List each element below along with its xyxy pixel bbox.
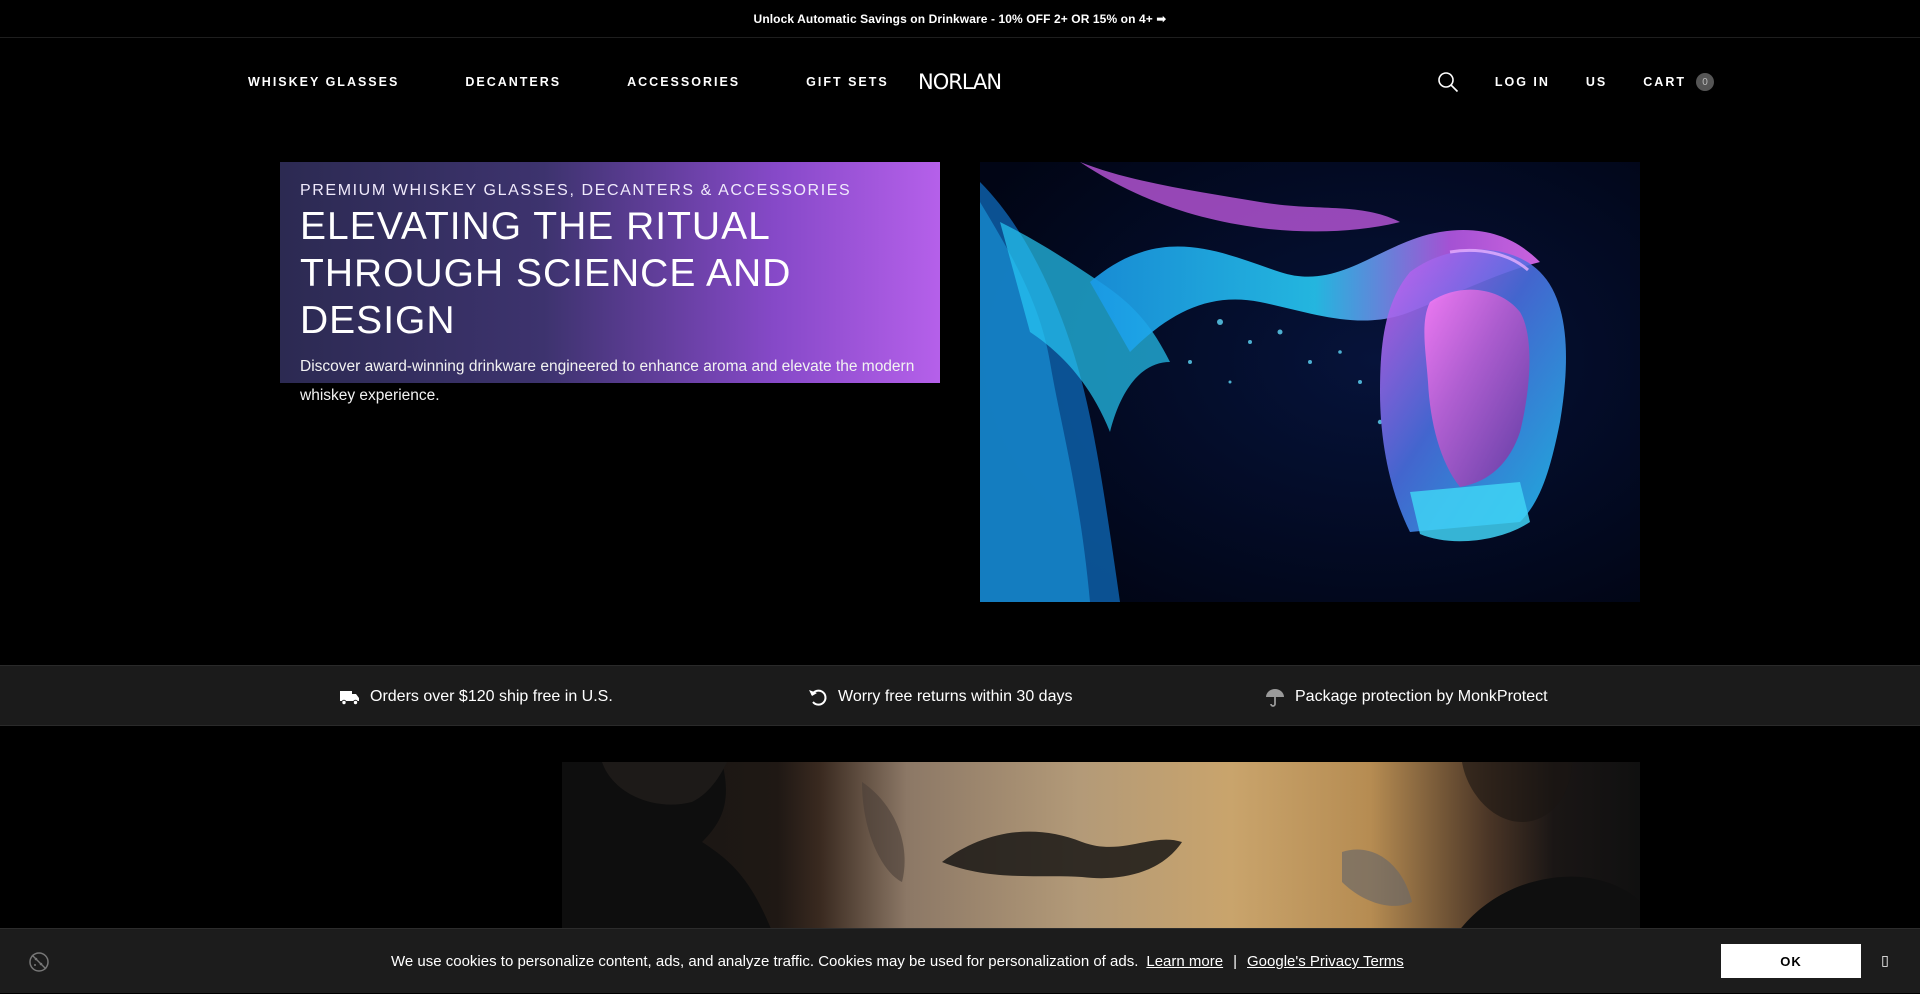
benefit-package-protection: Package protection by MonkProtect [1265,666,1548,727]
return-icon [809,689,827,706]
hero-image-glass-splash [980,162,1640,602]
truck-icon [340,690,359,705]
cookie-banner: We use cookies to personalize content, a… [0,928,1920,993]
cookie-separator: | [1233,953,1237,970]
region-selector[interactable]: US [1586,75,1607,89]
umbrella-icon [1266,688,1284,707]
cart-link[interactable]: CART 0 [1643,73,1714,91]
hero-text-card: PREMIUM WHISKEY GLASSES, DECANTERS & ACC… [280,162,940,404]
cookie-text: We use cookies to personalize content, a… [391,953,1139,970]
site-header: WHISKEY GLASSES DECANTERS ACCESSORIES GI… [0,39,1920,125]
close-icon[interactable]: ▯ [1877,949,1893,973]
benefit-text: Package protection by MonkProtect [1295,687,1548,705]
cart-count-badge: 0 [1696,73,1714,91]
hero-eyebrow: PREMIUM WHISKEY GLASSES, DECANTERS & ACC… [300,182,852,199]
announcement-link[interactable]: Unlock Automatic Savings on Drinkware - … [754,12,1167,26]
cookie-message: We use cookies to personalize content, a… [391,929,1406,994]
utility-nav: LOG IN US CART 0 [1437,39,1714,125]
announcement-bar: Unlock Automatic Savings on Drinkware - … [0,0,1920,38]
logo-wordmark: NORLAN [918,70,1002,94]
cookie-ok-button[interactable]: OK [1721,944,1861,978]
hero-title: ELEVATING THE RITUAL THROUGH SCIENCE AND… [300,205,792,342]
learn-more-link[interactable]: Learn more [1146,953,1223,970]
search-icon[interactable] [1437,71,1459,93]
benefits-bar: Orders over $120 ship free in U.S. Worry… [0,665,1920,726]
hero-description: Discover award-winning drinkware enginee… [300,358,915,405]
logo-text: NORLAN [918,70,1001,94]
nav-whiskey-glasses[interactable]: WHISKEY GLASSES [248,75,399,89]
login-link[interactable]: LOG IN [1495,75,1550,89]
primary-nav: WHISKEY GLASSES DECANTERS ACCESSORIES GI… [248,39,955,125]
benefit-free-shipping: Orders over $120 ship free in U.S. [340,666,613,727]
benefit-text: Orders over $120 ship free in U.S. [370,687,613,705]
nav-accessories[interactable]: ACCESSORIES [627,75,740,89]
benefit-returns: Worry free returns within 30 days [808,666,1072,727]
cart-label: CART [1643,75,1686,89]
nav-gift-sets[interactable]: GIFT SETS [806,75,889,89]
nav-decanters[interactable]: DECANTERS [465,75,561,89]
privacy-terms-link[interactable]: Google's Privacy Terms [1247,953,1404,970]
norlan-logo[interactable]: NORLAN [918,67,1002,95]
cookie-icon[interactable] [28,951,50,973]
hero-illustration [980,162,1640,602]
benefit-text: Worry free returns within 30 days [838,687,1073,705]
